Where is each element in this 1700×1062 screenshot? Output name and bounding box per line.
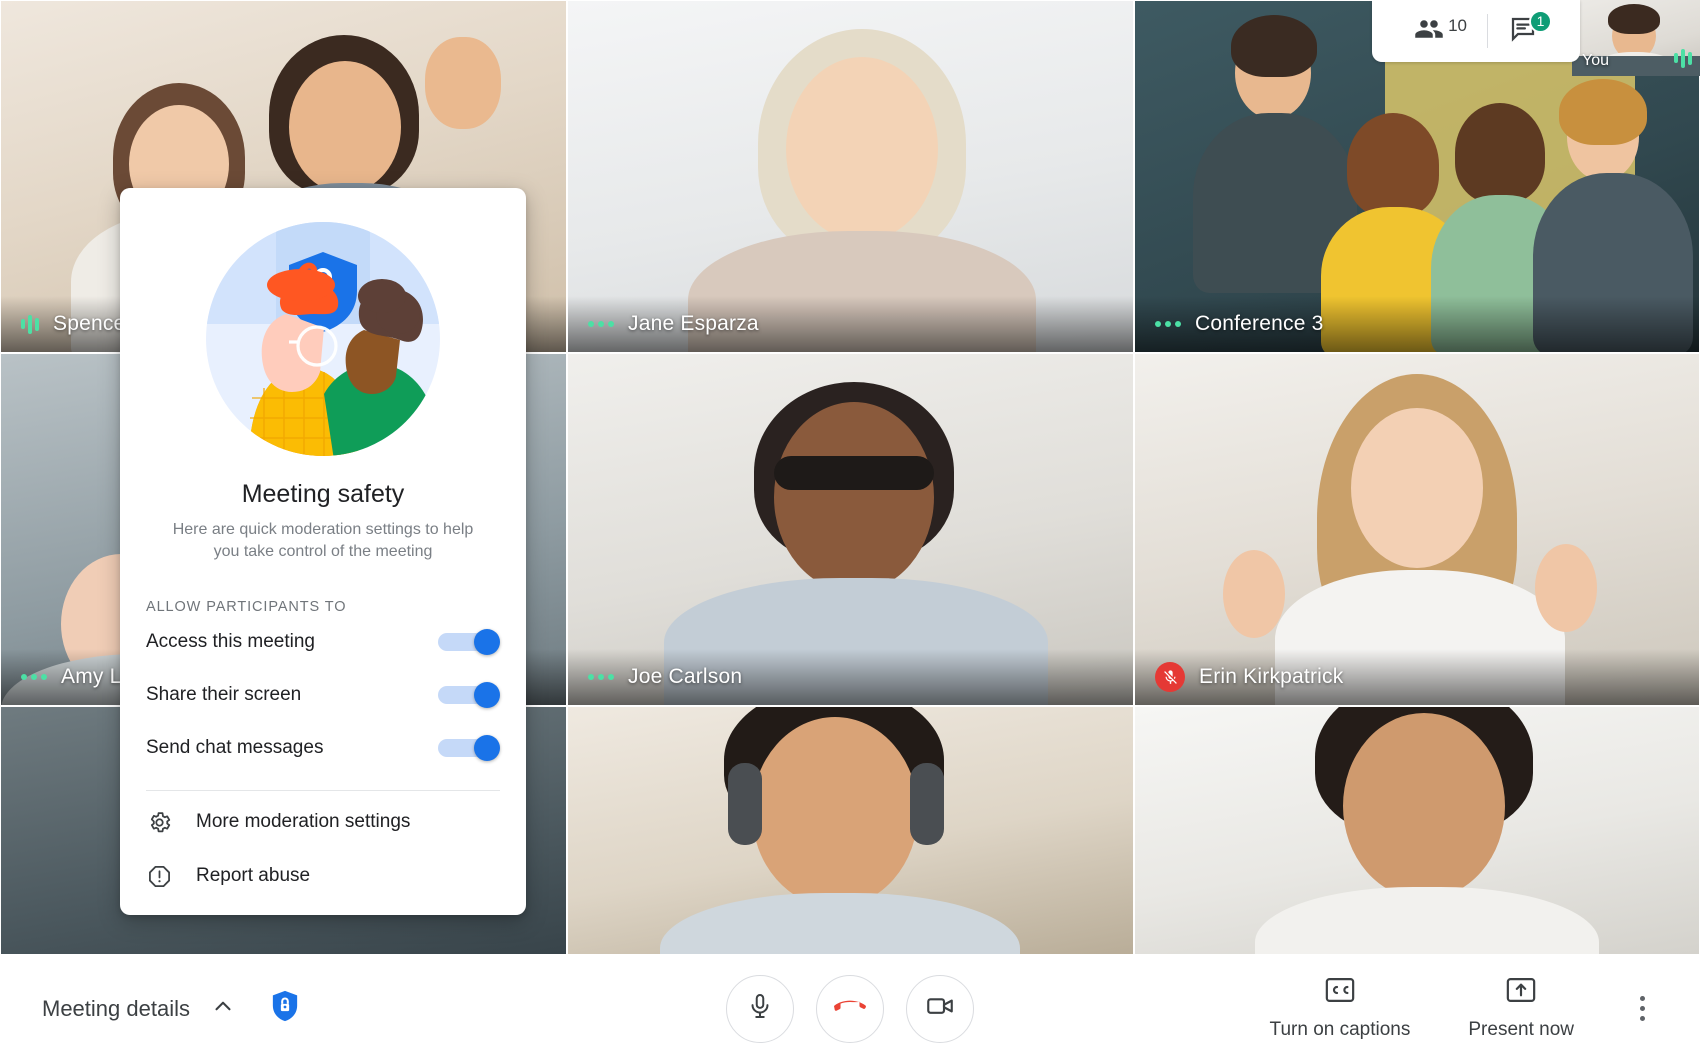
camera-button[interactable]	[906, 974, 974, 1043]
report-warning-icon	[146, 864, 172, 889]
toggle-knob	[474, 628, 500, 655]
microphone-button[interactable]	[726, 974, 794, 1043]
self-view-label: You	[1582, 52, 1609, 69]
bottom-control-bar: Meeting details Turn on captions Present…	[0, 955, 1700, 1062]
captions-label: Turn on captions	[1269, 1018, 1411, 1040]
header-chips: 10 1	[1372, 0, 1580, 62]
call-end-icon	[834, 990, 866, 1027]
toggle-knob	[474, 681, 500, 708]
menu-item-label: More moderation settings	[196, 811, 411, 833]
participants-chip[interactable]: 10	[1394, 14, 1487, 49]
video-tile-9[interactable]	[1134, 706, 1700, 955]
gear-icon	[146, 810, 172, 835]
tile-name-bar: Conference 3	[1135, 296, 1699, 352]
present-label: Present now	[1468, 1018, 1574, 1040]
microphone-icon	[746, 992, 774, 1025]
people-icon	[1414, 14, 1444, 49]
video-tile-joe-carlson[interactable]: Joe Carlson	[567, 353, 1134, 706]
toggle-row-access-this-meeting[interactable]: Access this meeting	[120, 615, 526, 668]
audio-dots-icon	[21, 674, 47, 680]
access-this-meeting-toggle[interactable]	[438, 628, 500, 655]
more-vertical-icon[interactable]	[1614, 981, 1670, 1037]
mic-off-icon	[1155, 662, 1185, 692]
participant-name: Erin Kirkpatrick	[1199, 665, 1344, 688]
call-controls	[726, 974, 974, 1043]
audio-bars-icon	[21, 314, 39, 334]
participant-name: Conference 3	[1195, 312, 1324, 335]
panel-section-label: ALLOW PARTICIPANTS TO	[146, 599, 347, 616]
participant-name: Joe Carlson	[628, 665, 743, 688]
toggle-label: Send chat messages	[146, 736, 324, 758]
video-tile-8[interactable]	[567, 706, 1134, 955]
chat-unread-badge: 1	[1529, 9, 1552, 33]
tile-name-bar: Erin Kirkpatrick	[1135, 649, 1699, 705]
participant-video	[1135, 707, 1699, 954]
chevron-up-icon[interactable]	[210, 993, 236, 1024]
self-view-tile[interactable]: You	[1572, 0, 1700, 76]
present-arrow-icon	[1506, 977, 1536, 1008]
participant-name: Jane Esparza	[628, 312, 759, 335]
participant-video	[568, 707, 1133, 954]
right-controls: Turn on captions Present now	[1248, 971, 1670, 1047]
toggle-label: Access this meeting	[146, 630, 315, 652]
toggle-row-send-chat-messages[interactable]: Send chat messages	[120, 721, 526, 774]
meeting-details-group[interactable]: Meeting details	[0, 989, 300, 1028]
panel-divider	[146, 790, 500, 792]
toggle-label: Share their screen	[146, 683, 302, 705]
share-their-screen-toggle[interactable]	[438, 681, 500, 708]
present-now-button[interactable]: Present now	[1446, 971, 1596, 1047]
hang-up-button[interactable]	[816, 974, 884, 1043]
report-abuse-item[interactable]: Report abuse	[120, 849, 526, 903]
tile-name-bar: Jane Esparza	[568, 296, 1133, 352]
menu-item-label: Report abuse	[196, 865, 311, 887]
panel-subtitle: Here are quick moderation settings to he…	[172, 521, 474, 561]
meeting-safety-illustration	[202, 218, 444, 460]
turn-on-captions-button[interactable]: Turn on captions	[1248, 971, 1433, 1047]
video-tile-jane-esparza[interactable]: Jane Esparza	[567, 0, 1134, 353]
video-camera-icon	[925, 991, 955, 1026]
send-chat-messages-toggle[interactable]	[438, 734, 500, 761]
meeting-details-label: Meeting details	[42, 995, 190, 1021]
audio-dots-icon	[588, 321, 614, 327]
shield-lock-icon[interactable]	[270, 989, 300, 1028]
audio-bars-icon	[1674, 48, 1692, 68]
chat-chip[interactable]: 1	[1488, 9, 1558, 49]
more-moderation-settings-item[interactable]: More moderation settings	[120, 795, 526, 849]
toggle-row-share-their-screen[interactable]: Share their screen	[120, 668, 526, 721]
panel-title: Meeting safety	[241, 480, 405, 508]
audio-dots-icon	[588, 674, 614, 680]
tile-name-bar: Joe Carlson	[568, 649, 1133, 705]
video-tile-erin-kirkpatrick[interactable]: Erin Kirkpatrick	[1134, 353, 1700, 706]
closed-caption-icon	[1325, 977, 1355, 1008]
meet-app: Spencer Jane Esparza Conference 3 Amy Lu…	[0, 0, 1700, 1062]
meeting-safety-panel: Meeting safety Here are quick moderation…	[120, 188, 526, 916]
toggle-knob	[474, 734, 500, 761]
audio-dots-icon	[1155, 321, 1181, 327]
participants-count: 10	[1448, 15, 1467, 35]
